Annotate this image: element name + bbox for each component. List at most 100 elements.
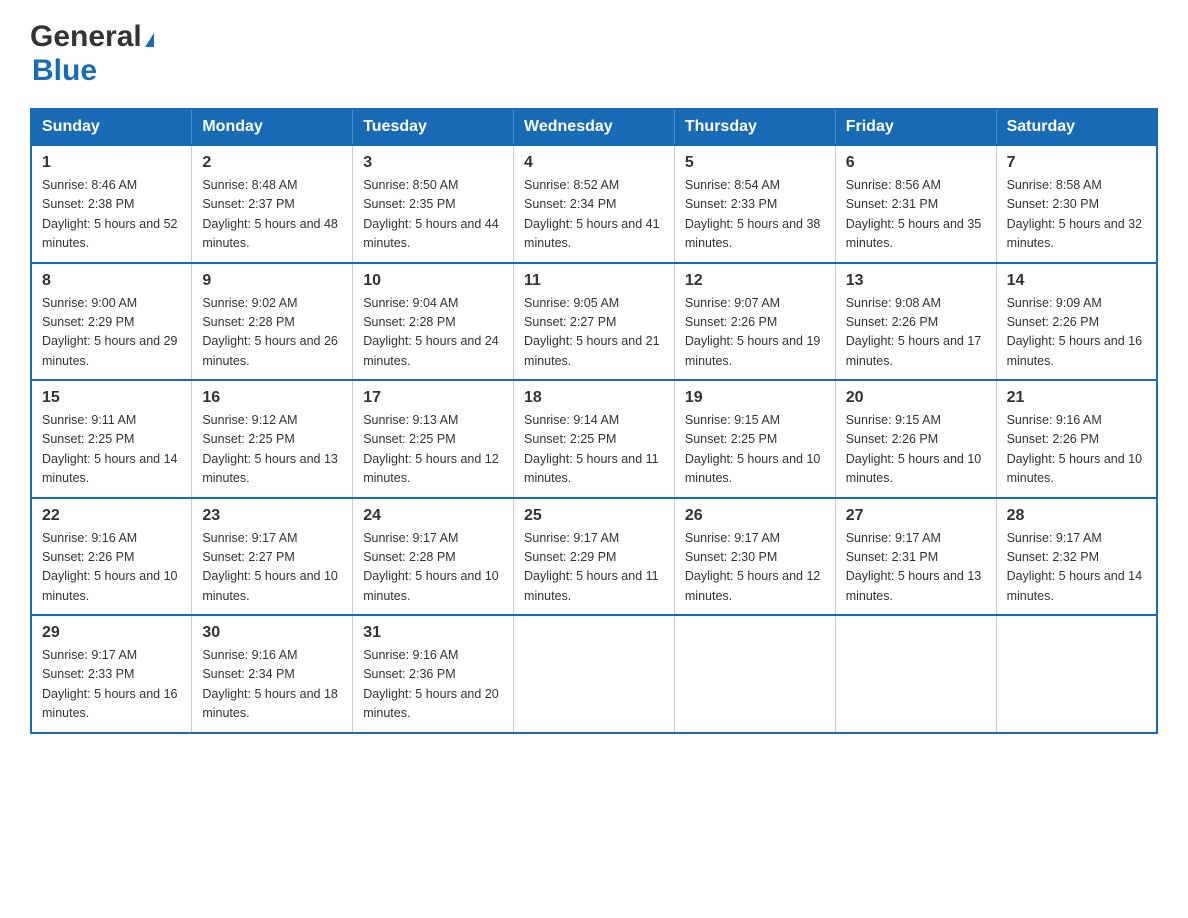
day-info: Sunrise: 8:50 AMSunset: 2:35 PMDaylight:… xyxy=(363,176,503,254)
day-number: 29 xyxy=(42,624,181,642)
day-number: 23 xyxy=(202,507,342,525)
day-number: 31 xyxy=(363,624,503,642)
day-info: Sunrise: 8:48 AMSunset: 2:37 PMDaylight:… xyxy=(202,176,342,254)
calendar-day-cell: 24 Sunrise: 9:17 AMSunset: 2:28 PMDaylig… xyxy=(353,498,514,616)
calendar-day-cell: 14 Sunrise: 9:09 AMSunset: 2:26 PMDaylig… xyxy=(996,263,1157,381)
day-info: Sunrise: 9:00 AMSunset: 2:29 PMDaylight:… xyxy=(42,294,181,372)
day-number: 30 xyxy=(202,624,342,642)
calendar-day-cell xyxy=(674,615,835,733)
calendar-day-cell xyxy=(835,615,996,733)
weekday-header-sunday: Sunday xyxy=(31,109,192,145)
day-info: Sunrise: 9:15 AMSunset: 2:25 PMDaylight:… xyxy=(685,411,825,489)
day-number: 1 xyxy=(42,154,181,172)
calendar-day-cell: 3 Sunrise: 8:50 AMSunset: 2:35 PMDayligh… xyxy=(353,145,514,263)
calendar-day-cell: 18 Sunrise: 9:14 AMSunset: 2:25 PMDaylig… xyxy=(514,380,675,498)
day-info: Sunrise: 8:46 AMSunset: 2:38 PMDaylight:… xyxy=(42,176,181,254)
day-number: 28 xyxy=(1007,507,1146,525)
weekday-header-tuesday: Tuesday xyxy=(353,109,514,145)
day-info: Sunrise: 9:16 AMSunset: 2:34 PMDaylight:… xyxy=(202,646,342,724)
day-number: 15 xyxy=(42,389,181,407)
calendar-day-cell: 20 Sunrise: 9:15 AMSunset: 2:26 PMDaylig… xyxy=(835,380,996,498)
day-number: 13 xyxy=(846,272,986,290)
weekday-header-saturday: Saturday xyxy=(996,109,1157,145)
day-info: Sunrise: 9:11 AMSunset: 2:25 PMDaylight:… xyxy=(42,411,181,489)
day-info: Sunrise: 9:14 AMSunset: 2:25 PMDaylight:… xyxy=(524,411,664,489)
calendar-day-cell: 9 Sunrise: 9:02 AMSunset: 2:28 PMDayligh… xyxy=(192,263,353,381)
calendar-day-cell: 29 Sunrise: 9:17 AMSunset: 2:33 PMDaylig… xyxy=(31,615,192,733)
day-info: Sunrise: 9:17 AMSunset: 2:27 PMDaylight:… xyxy=(202,529,342,607)
day-info: Sunrise: 9:17 AMSunset: 2:29 PMDaylight:… xyxy=(524,529,664,607)
calendar-day-cell xyxy=(996,615,1157,733)
day-info: Sunrise: 8:58 AMSunset: 2:30 PMDaylight:… xyxy=(1007,176,1146,254)
calendar-day-cell: 6 Sunrise: 8:56 AMSunset: 2:31 PMDayligh… xyxy=(835,145,996,263)
calendar-day-cell: 31 Sunrise: 9:16 AMSunset: 2:36 PMDaylig… xyxy=(353,615,514,733)
day-number: 7 xyxy=(1007,154,1146,172)
logo: General Blue xyxy=(30,20,154,88)
page-header: General Blue xyxy=(30,20,1158,88)
calendar-table: SundayMondayTuesdayWednesdayThursdayFrid… xyxy=(30,108,1158,734)
day-number: 6 xyxy=(846,154,986,172)
calendar-day-cell: 7 Sunrise: 8:58 AMSunset: 2:30 PMDayligh… xyxy=(996,145,1157,263)
logo-blue-text: Blue xyxy=(32,54,97,87)
calendar-day-cell: 25 Sunrise: 9:17 AMSunset: 2:29 PMDaylig… xyxy=(514,498,675,616)
weekday-header-thursday: Thursday xyxy=(674,109,835,145)
calendar-day-cell: 2 Sunrise: 8:48 AMSunset: 2:37 PMDayligh… xyxy=(192,145,353,263)
day-info: Sunrise: 9:07 AMSunset: 2:26 PMDaylight:… xyxy=(685,294,825,372)
weekday-header-friday: Friday xyxy=(835,109,996,145)
day-number: 22 xyxy=(42,507,181,525)
day-number: 9 xyxy=(202,272,342,290)
day-number: 25 xyxy=(524,507,664,525)
day-info: Sunrise: 9:02 AMSunset: 2:28 PMDaylight:… xyxy=(202,294,342,372)
logo-general-text: General xyxy=(30,20,142,54)
calendar-day-cell: 17 Sunrise: 9:13 AMSunset: 2:25 PMDaylig… xyxy=(353,380,514,498)
day-number: 19 xyxy=(685,389,825,407)
day-info: Sunrise: 9:08 AMSunset: 2:26 PMDaylight:… xyxy=(846,294,986,372)
calendar-week-row: 29 Sunrise: 9:17 AMSunset: 2:33 PMDaylig… xyxy=(31,615,1157,733)
calendar-day-cell: 27 Sunrise: 9:17 AMSunset: 2:31 PMDaylig… xyxy=(835,498,996,616)
calendar-week-row: 8 Sunrise: 9:00 AMSunset: 2:29 PMDayligh… xyxy=(31,263,1157,381)
day-info: Sunrise: 9:17 AMSunset: 2:32 PMDaylight:… xyxy=(1007,529,1146,607)
day-info: Sunrise: 8:52 AMSunset: 2:34 PMDaylight:… xyxy=(524,176,664,254)
day-number: 2 xyxy=(202,154,342,172)
calendar-day-cell: 1 Sunrise: 8:46 AMSunset: 2:38 PMDayligh… xyxy=(31,145,192,263)
day-number: 12 xyxy=(685,272,825,290)
day-number: 24 xyxy=(363,507,503,525)
day-number: 26 xyxy=(685,507,825,525)
calendar-day-cell: 8 Sunrise: 9:00 AMSunset: 2:29 PMDayligh… xyxy=(31,263,192,381)
day-number: 18 xyxy=(524,389,664,407)
calendar-week-row: 15 Sunrise: 9:11 AMSunset: 2:25 PMDaylig… xyxy=(31,380,1157,498)
calendar-day-cell: 15 Sunrise: 9:11 AMSunset: 2:25 PMDaylig… xyxy=(31,380,192,498)
calendar-day-cell: 28 Sunrise: 9:17 AMSunset: 2:32 PMDaylig… xyxy=(996,498,1157,616)
day-info: Sunrise: 9:15 AMSunset: 2:26 PMDaylight:… xyxy=(846,411,986,489)
calendar-day-cell: 23 Sunrise: 9:17 AMSunset: 2:27 PMDaylig… xyxy=(192,498,353,616)
day-number: 8 xyxy=(42,272,181,290)
calendar-day-cell: 11 Sunrise: 9:05 AMSunset: 2:27 PMDaylig… xyxy=(514,263,675,381)
day-number: 14 xyxy=(1007,272,1146,290)
weekday-header-monday: Monday xyxy=(192,109,353,145)
day-info: Sunrise: 8:54 AMSunset: 2:33 PMDaylight:… xyxy=(685,176,825,254)
calendar-day-cell: 19 Sunrise: 9:15 AMSunset: 2:25 PMDaylig… xyxy=(674,380,835,498)
logo-triangle-icon xyxy=(145,33,154,47)
day-info: Sunrise: 9:17 AMSunset: 2:33 PMDaylight:… xyxy=(42,646,181,724)
day-number: 16 xyxy=(202,389,342,407)
day-info: Sunrise: 9:05 AMSunset: 2:27 PMDaylight:… xyxy=(524,294,664,372)
day-number: 3 xyxy=(363,154,503,172)
day-info: Sunrise: 8:56 AMSunset: 2:31 PMDaylight:… xyxy=(846,176,986,254)
day-info: Sunrise: 9:16 AMSunset: 2:26 PMDaylight:… xyxy=(42,529,181,607)
day-number: 17 xyxy=(363,389,503,407)
calendar-day-cell: 16 Sunrise: 9:12 AMSunset: 2:25 PMDaylig… xyxy=(192,380,353,498)
calendar-day-cell: 10 Sunrise: 9:04 AMSunset: 2:28 PMDaylig… xyxy=(353,263,514,381)
day-number: 5 xyxy=(685,154,825,172)
day-info: Sunrise: 9:17 AMSunset: 2:28 PMDaylight:… xyxy=(363,529,503,607)
day-info: Sunrise: 9:17 AMSunset: 2:30 PMDaylight:… xyxy=(685,529,825,607)
calendar-day-cell: 26 Sunrise: 9:17 AMSunset: 2:30 PMDaylig… xyxy=(674,498,835,616)
calendar-day-cell: 12 Sunrise: 9:07 AMSunset: 2:26 PMDaylig… xyxy=(674,263,835,381)
day-info: Sunrise: 9:16 AMSunset: 2:26 PMDaylight:… xyxy=(1007,411,1146,489)
day-info: Sunrise: 9:09 AMSunset: 2:26 PMDaylight:… xyxy=(1007,294,1146,372)
calendar-day-cell: 21 Sunrise: 9:16 AMSunset: 2:26 PMDaylig… xyxy=(996,380,1157,498)
day-info: Sunrise: 9:12 AMSunset: 2:25 PMDaylight:… xyxy=(202,411,342,489)
calendar-day-cell: 30 Sunrise: 9:16 AMSunset: 2:34 PMDaylig… xyxy=(192,615,353,733)
calendar-day-cell xyxy=(514,615,675,733)
calendar-day-cell: 22 Sunrise: 9:16 AMSunset: 2:26 PMDaylig… xyxy=(31,498,192,616)
day-number: 21 xyxy=(1007,389,1146,407)
